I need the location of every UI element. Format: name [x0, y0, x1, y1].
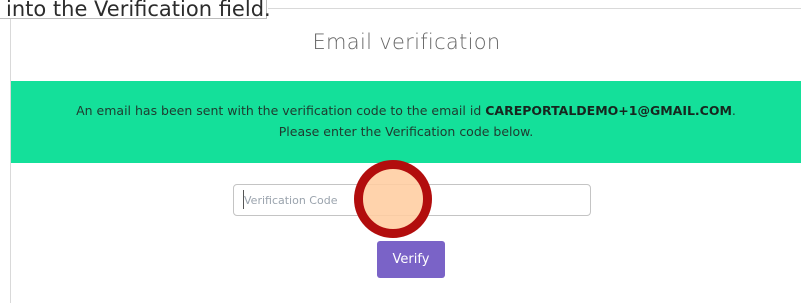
click-indicator	[354, 160, 432, 238]
notice-line-1: An email has been sent with the verifica…	[11, 100, 801, 121]
frame-border-top	[268, 8, 801, 9]
notice-line-2: Please enter the Verification code below…	[278, 124, 534, 139]
text-caret	[243, 190, 244, 209]
notice-suffix: .	[731, 103, 736, 118]
instruction-callout: into the Verification field.	[0, 0, 271, 21]
page-title: Email verification	[312, 30, 501, 54]
notice-banner: An email has been sent with the verifica…	[11, 81, 801, 163]
verification-page: into the Verification field. Email verif…	[0, 0, 801, 303]
notice-prefix: An email has been sent with the verifica…	[76, 103, 486, 118]
verify-button[interactable]: Verify	[377, 241, 445, 278]
instruction-text: into the Verification field.	[6, 0, 271, 21]
notice-email: CAREPORTALDEMO+1@GMAIL.COM	[485, 103, 732, 118]
